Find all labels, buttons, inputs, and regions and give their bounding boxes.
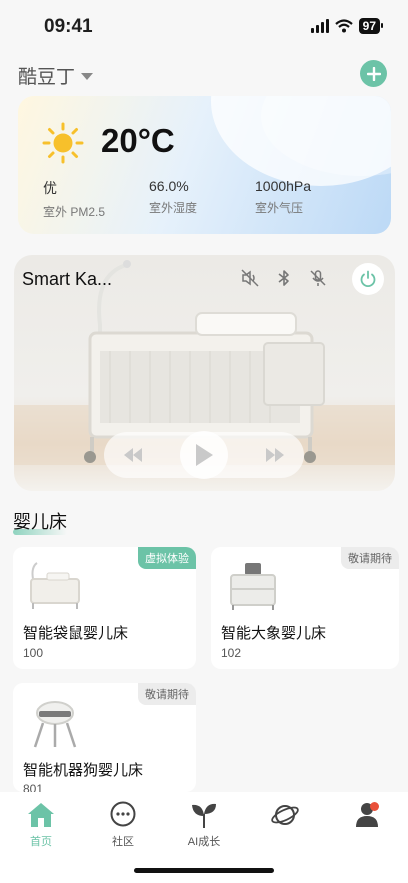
virtual-experience-tag: 虚拟体验	[138, 547, 196, 569]
battery-indicator: 97	[358, 18, 384, 34]
product-number: 102	[221, 646, 242, 660]
product-name: 智能大象婴儿床	[221, 625, 327, 642]
bluetooth-icon[interactable]	[275, 269, 293, 287]
tab-ai-growth[interactable]: AI成长	[174, 800, 234, 849]
humidity-value: 66.0%	[149, 178, 189, 194]
device-status-icons	[241, 269, 327, 287]
home-name: 酷豆丁	[18, 67, 76, 88]
coming-soon-tag: 敬请期待	[341, 547, 399, 569]
pressure-value: 1000hPa	[255, 178, 312, 194]
add-device-button[interactable]	[360, 60, 387, 87]
microphone-off-icon[interactable]	[309, 269, 327, 287]
notification-badge	[370, 802, 379, 811]
rewind-icon	[124, 448, 142, 462]
tab-label: AI成长	[187, 836, 221, 848]
tab-community[interactable]: 社区	[93, 800, 153, 849]
product-number: 100	[23, 646, 44, 660]
speaker-mute-icon[interactable]	[241, 269, 259, 287]
status-time: 09:41	[44, 16, 93, 37]
product-image	[30, 562, 80, 609]
wifi-icon	[334, 19, 353, 33]
header: 酷豆丁	[0, 56, 408, 92]
tab-label: 首页	[30, 836, 52, 848]
weather-card[interactable]: 20°C 优 室外 PM2.5 66.0% 室外湿度 1000hPa 室外气压	[18, 96, 391, 234]
device-card[interactable]: Smart Ka...	[14, 255, 395, 491]
home-selector[interactable]: 酷豆丁	[18, 62, 94, 89]
plus-icon	[366, 66, 381, 81]
home-indicator	[134, 868, 274, 873]
tab-explore[interactable]	[255, 800, 315, 833]
section-title: 婴儿床	[13, 512, 67, 532]
previous-button[interactable]	[122, 447, 144, 463]
pm25-label: 室外 PM2.5	[43, 205, 106, 219]
tab-profile[interactable]	[337, 800, 397, 833]
next-button[interactable]	[264, 447, 286, 463]
product-number: 801	[23, 782, 44, 792]
temperature: 20°C	[101, 122, 175, 159]
tab-label: 社区	[112, 836, 134, 848]
playback-controls	[104, 431, 304, 479]
play-button[interactable]	[180, 431, 228, 479]
sun-icon	[42, 122, 84, 164]
humidity-label: 室外湿度	[149, 201, 198, 215]
cellular-signal-icon	[310, 19, 329, 33]
planet-icon	[271, 805, 299, 825]
power-button[interactable]	[352, 263, 384, 295]
home-icon	[28, 803, 54, 827]
pressure-label: 室外气压	[255, 201, 304, 215]
play-icon	[196, 444, 213, 466]
product-name: 智能袋鼠婴儿床	[23, 625, 129, 642]
coming-soon-tag: 敬请期待	[138, 683, 196, 705]
product-name: 智能机器狗婴儿床	[23, 762, 144, 779]
power-icon	[360, 270, 376, 288]
humidity-metric: 66.0% 室外湿度	[149, 178, 197, 216]
caret-down-icon	[81, 73, 94, 80]
status-icons: 97	[310, 18, 384, 34]
pm25-value: 优	[43, 180, 57, 196]
product-image	[33, 701, 77, 748]
product-card[interactable]: 敬请期待 智能机器狗婴儿床 801	[13, 683, 196, 792]
chat-bubble-icon	[110, 801, 136, 827]
product-card[interactable]: 敬请期待 智能大象婴儿床 102	[211, 547, 399, 669]
tab-home[interactable]: 首页	[11, 800, 71, 849]
pressure-metric: 1000hPa 室外气压	[255, 178, 311, 216]
device-name: Smart Ka...	[22, 269, 113, 289]
fast-forward-icon	[266, 448, 284, 462]
product-image	[230, 563, 276, 610]
pm25-metric: 优 室外 PM2.5	[43, 178, 105, 220]
sprout-icon	[192, 803, 216, 828]
status-bar: 09:41 97	[0, 0, 408, 52]
product-card[interactable]: 虚拟体验 智能袋鼠婴儿床 100	[13, 547, 196, 669]
